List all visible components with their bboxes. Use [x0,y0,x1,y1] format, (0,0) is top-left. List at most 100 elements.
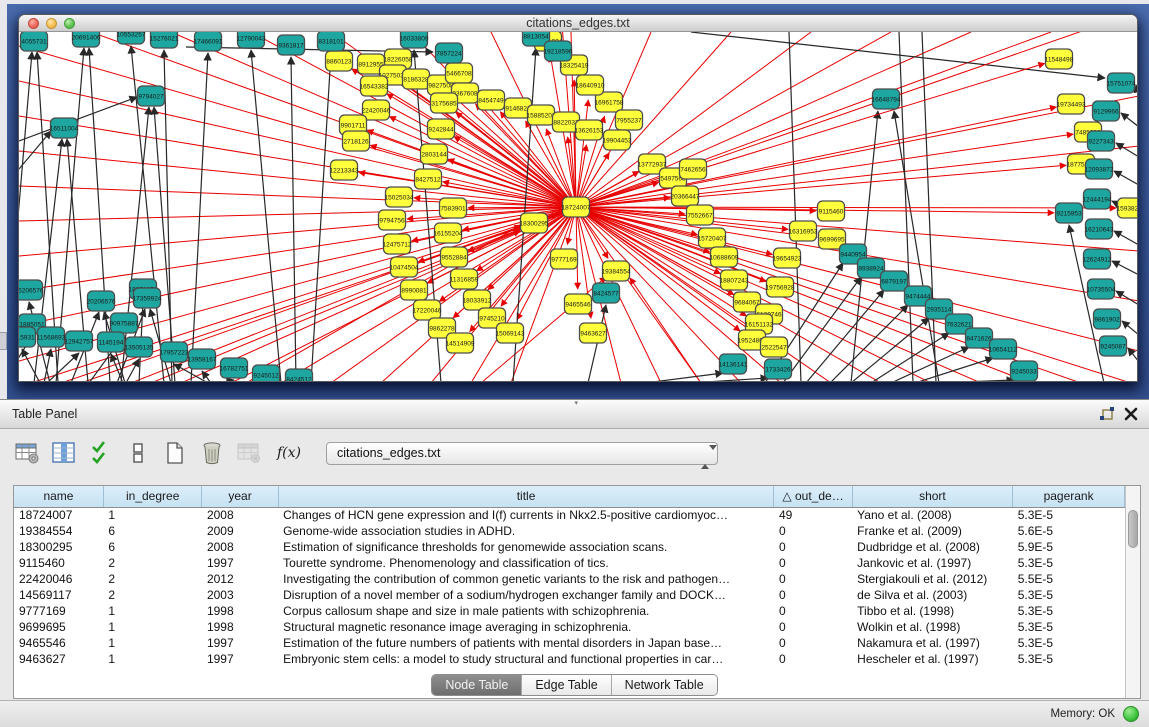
network-node[interactable]: 19654923 [773,248,802,268]
table-row[interactable]: 1872400712008Changes of HCN gene express… [14,507,1125,523]
network-node[interactable]: 15938221 [1117,198,1137,218]
network-node[interactable]: 6879197 [881,271,908,291]
table-row[interactable]: 2242004622012Investigating the contribut… [14,571,1125,587]
tab-node-table[interactable]: Node Table [432,675,521,695]
memory-status-icon[interactable] [1123,706,1139,722]
network-node[interactable]: 9463627 [580,323,607,343]
network-node[interactable]: 12213343 [330,160,359,180]
network-node[interactable]: 9552884 [441,247,468,267]
network-node[interactable]: 8454749 [478,90,505,110]
network-node[interactable]: 10474504 [390,257,419,277]
splitter-grip[interactable]: ▾ [575,401,585,406]
network-node[interactable]: 16782751 [220,358,249,378]
network-node[interactable]: 8186328 [403,69,430,89]
column-header-in_degree[interactable]: in_degree [103,486,202,507]
network-node[interactable]: 8424577 [593,283,620,303]
network-node[interactable]: 1733426 [765,359,792,379]
network-node[interactable]: 8860123 [326,51,353,71]
network-node[interactable]: 7955237 [616,110,643,130]
network-node[interactable]: 10735504 [1087,279,1116,299]
network-node[interactable]: 16210643 [1085,219,1114,239]
network-node[interactable]: 19384554 [602,261,631,281]
network-node[interactable]: 16316953 [789,221,818,241]
network-node[interactable]: 19218596 [544,41,573,61]
network-node[interactable]: 16155204 [434,223,463,243]
network-node[interactable]: 17957223 [160,342,189,362]
network-node[interactable]: 10553257 [117,32,146,44]
network-node[interactable]: 3915931 [19,327,36,347]
import-table-icon[interactable] [236,440,262,466]
network-node[interactable]: 20366447 [671,186,700,206]
network-node[interactable]: 15276021 [150,32,179,48]
network-node[interactable]: 7552667 [687,205,714,225]
network-node[interactable]: 17220046 [413,300,442,320]
network-node[interactable]: 8424512 [286,369,313,381]
network-node[interactable]: 9245087 [1100,336,1127,356]
network-node[interactable]: 12444194 [1083,189,1112,209]
network-node[interactable]: 19904453 [603,130,632,150]
network-node[interactable]: 13626153 [575,120,604,140]
network-node[interactable]: 7462656 [680,159,707,179]
network-node[interactable]: 2803144 [421,144,448,164]
network-node[interactable]: 4055731 [21,32,48,51]
network-node[interactable]: 7857224 [436,43,463,63]
network-node[interactable]: 1145194 [98,332,125,352]
network-node[interactable]: 3175685 [431,93,458,113]
network-node[interactable]: 9115460 [818,201,845,221]
network-node[interactable]: 11316859 [450,269,479,289]
network-node[interactable]: 12790043 [237,32,266,48]
network-node[interactable]: 9245012 [253,365,280,381]
network-node[interactable]: 2522547 [761,337,788,357]
network-node[interactable]: 18033912 [463,290,492,310]
network-node[interactable]: 9129966 [1093,101,1120,121]
network-node[interactable]: 12942757 [65,331,94,351]
network-hub-node[interactable]: 18724007 [562,197,591,217]
show-columns-icon[interactable] [51,440,77,466]
table-row[interactable]: 946362711997Embryonic stem cells: a mode… [14,651,1125,667]
network-node[interactable]: 8427512 [415,169,442,189]
network-node[interactable]: 90975887 [110,313,139,333]
table-row[interactable]: 946554611997Estimation of the future num… [14,635,1125,651]
network-node[interactable]: 9861902 [1094,309,1121,329]
float-panel-icon[interactable] [1097,405,1117,425]
network-node[interactable]: 12093872 [1085,159,1114,179]
column-header-short[interactable]: short [852,486,1013,507]
network-node[interactable]: 15885203 [527,105,556,125]
zoom-window-button[interactable] [64,18,75,29]
network-node[interactable]: 13958167 [188,349,217,369]
network-node[interactable]: 18807243 [720,270,749,290]
table-row[interactable]: 1830029562008Estimation of significance … [14,539,1125,555]
network-node[interactable]: 9245033 [1011,361,1038,381]
network-node[interactable]: 12475712 [383,234,412,254]
network-node[interactable]: 16543382 [360,76,389,96]
network-node[interactable]: 16511004 [50,118,79,138]
close-panel-icon[interactable] [1121,405,1141,425]
network-node[interactable]: 20691406 [72,32,101,47]
network-node[interactable]: 9794027 [138,86,165,106]
scrollbar-thumb[interactable] [1128,510,1138,548]
network-node[interactable]: 18300295 [520,213,549,233]
column-header-out_de[interactable]: △ out_de… [774,486,852,507]
network-canvas[interactable]: 1830029519384554886012389129551822605810… [19,32,1137,381]
network-node[interactable]: 14136141 [719,354,748,374]
network-node[interactable]: 11568693 [37,327,66,347]
hidden-panel-handle[interactable] [0,332,7,350]
network-node[interactable]: 9215953 [1056,203,1083,223]
network-node[interactable]: 13505135 [125,337,154,357]
network-node[interactable]: 15069143 [496,323,525,343]
row-height-icon[interactable] [125,440,151,466]
new-table-icon[interactable] [162,440,188,466]
network-node[interactable]: 16648794 [872,89,901,109]
network-node[interactable]: 20206576 [87,291,116,311]
network-node[interactable]: 8990081 [401,280,428,300]
table-row[interactable]: 1938455462009Genome-wide association stu… [14,523,1125,539]
network-node[interactable]: 9242844 [428,119,455,139]
column-header-pagerank[interactable]: pagerank [1013,486,1125,507]
network-node[interactable]: 8471626 [966,328,993,348]
table-row[interactable]: 977716911998Corpus callosum shape and si… [14,603,1125,619]
network-node[interactable]: 11548498 [1045,49,1074,69]
column-header-name[interactable]: name [14,486,103,507]
table-mode-icon[interactable] [14,440,40,466]
network-node[interactable]: 10654112 [989,339,1018,359]
minimize-window-button[interactable] [46,18,57,29]
